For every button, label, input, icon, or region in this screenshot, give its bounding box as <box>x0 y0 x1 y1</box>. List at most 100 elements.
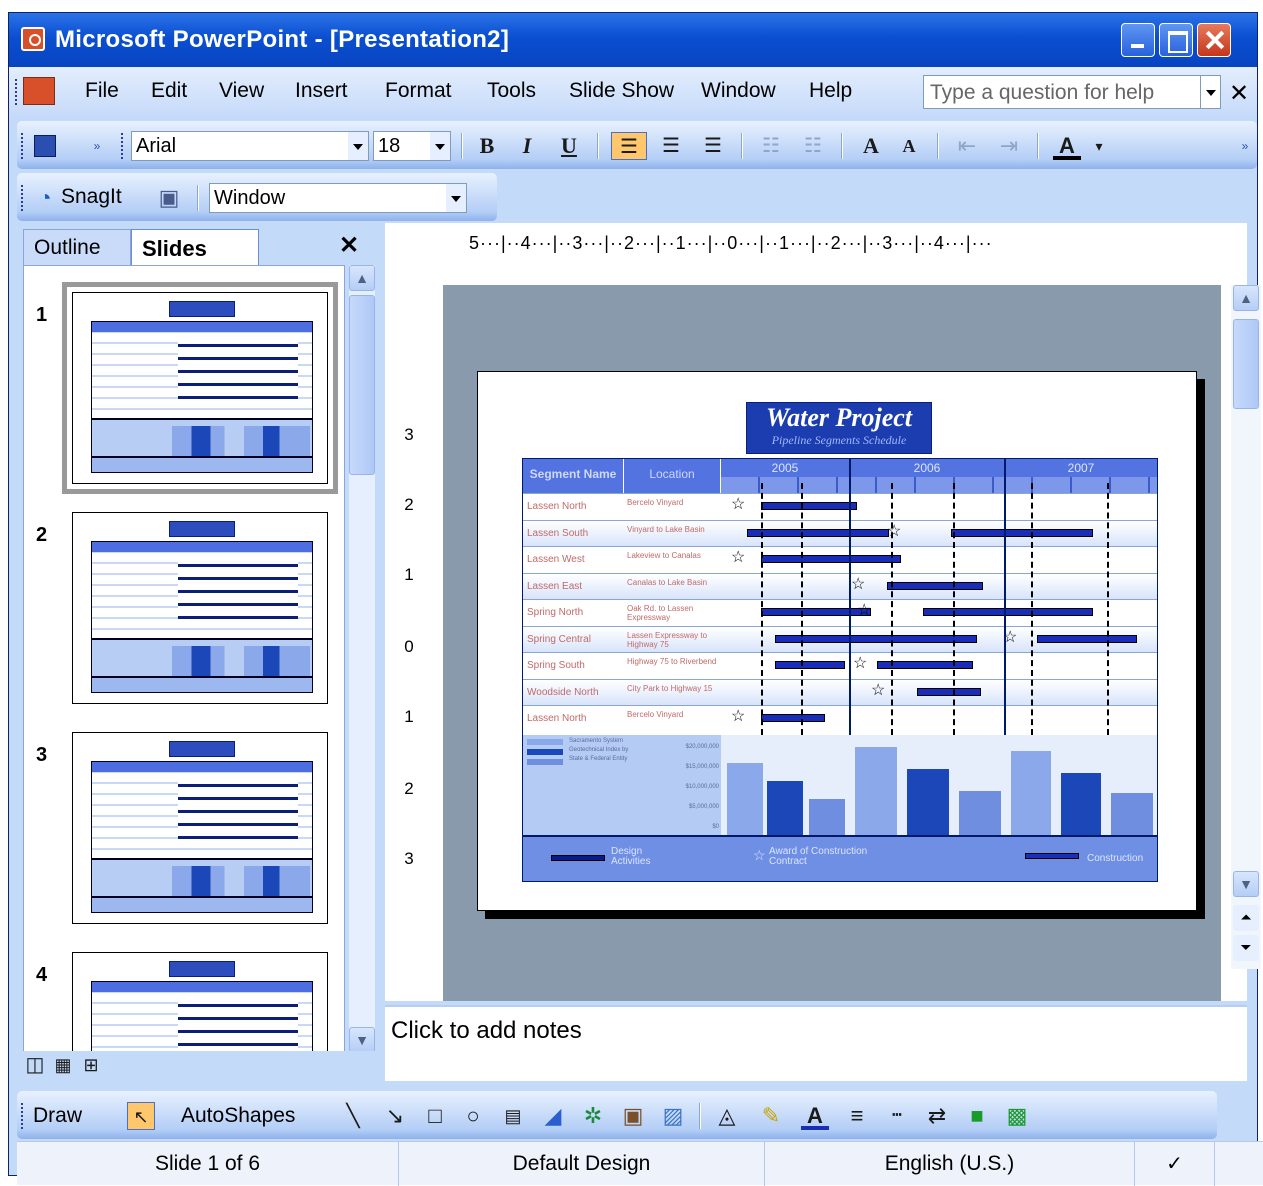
scroll-thumb[interactable] <box>1233 319 1259 409</box>
slide-thumbnail-2[interactable] <box>72 512 328 704</box>
3d-style-icon[interactable]: ▩ <box>1003 1102 1031 1130</box>
font-color-icon[interactable]: A <box>801 1102 829 1130</box>
clip-art-icon[interactable]: ▣ <box>619 1102 647 1130</box>
align-left-button[interactable]: ☰ <box>611 132 647 160</box>
slide-show-view-icon[interactable]: ⊞ <box>77 1051 105 1079</box>
segment-location: Lakeview to Canalas <box>627 551 701 560</box>
wordart-icon[interactable]: ◢ <box>539 1102 567 1130</box>
chevron-down-icon[interactable] <box>446 184 466 212</box>
scroll-up-icon[interactable]: ▲ <box>349 265 375 291</box>
current-slide[interactable]: Water Project Pipeline Segments Schedule… <box>477 371 1197 911</box>
snagit-settings-icon[interactable]: ▣ <box>155 184 183 212</box>
increase-indent-button[interactable]: ⇥ <box>995 132 1023 160</box>
autoshapes-menu[interactable]: AutoShapes <box>181 1104 295 1128</box>
menu-help[interactable]: Help <box>805 79 856 103</box>
arrow-style-icon[interactable]: ⇄ <box>923 1102 951 1130</box>
star-icon: ☆ <box>887 522 902 540</box>
dash-style-icon[interactable]: ┅ <box>883 1102 911 1130</box>
menu-file[interactable]: File <box>81 79 123 103</box>
fill-color-icon[interactable]: ◬ <box>713 1102 741 1130</box>
select-objects-icon[interactable]: ↖ <box>127 1102 155 1130</box>
toolbar-grip[interactable] <box>121 133 125 159</box>
document-icon[interactable] <box>23 77 55 105</box>
numbering-button[interactable]: ☷ <box>757 132 785 160</box>
next-slide-icon[interactable]: ⏷ <box>1233 935 1259 961</box>
picture-icon[interactable]: ▨ <box>659 1102 687 1130</box>
slide-thumbnail-3[interactable] <box>72 732 328 924</box>
shadow-style-icon[interactable]: ■ <box>963 1102 991 1130</box>
thumbnails-scrollbar[interactable]: ▲ ▼ <box>349 265 375 1053</box>
menu-slide-show[interactable]: Slide Show <box>565 79 678 103</box>
italic-button[interactable]: I <box>513 132 541 160</box>
line-color-icon[interactable]: ✎ <box>757 1102 785 1130</box>
oval-icon[interactable]: ○ <box>459 1102 487 1130</box>
bold-button[interactable]: B <box>473 132 501 160</box>
chart-bar <box>1061 773 1101 835</box>
scroll-down-icon[interactable]: ▼ <box>349 1027 375 1053</box>
construction-legend-bar <box>1025 853 1079 859</box>
slide-title-box[interactable]: Water Project Pipeline Segments Schedule <box>746 402 932 454</box>
align-center-button[interactable]: ☰ <box>657 132 685 160</box>
minimize-button[interactable] <box>1121 23 1155 57</box>
snagit-capture-icon[interactable]: ◔ <box>31 184 59 212</box>
draw-menu[interactable]: Draw <box>33 1104 82 1128</box>
chevron-down-icon[interactable] <box>430 132 450 160</box>
scroll-down-icon[interactable]: ▼ <box>1233 871 1259 897</box>
notes-pane[interactable]: Click to add notes <box>385 1005 1247 1081</box>
toolbar-options-icon[interactable]: » <box>91 132 103 160</box>
help-dropdown-button[interactable] <box>1201 75 1221 109</box>
capture-mode-select[interactable]: Window <box>209 183 467 213</box>
align-right-button[interactable]: ☰ <box>699 132 727 160</box>
scroll-up-icon[interactable]: ▲ <box>1233 285 1259 311</box>
line-icon[interactable]: ╲ <box>339 1102 367 1130</box>
tab-slides[interactable]: Slides <box>131 229 259 265</box>
close-window-button[interactable] <box>1197 23 1231 57</box>
menu-view[interactable]: View <box>215 79 268 103</box>
snagit-button[interactable]: SnagIt <box>61 185 122 209</box>
menu-tools[interactable]: Tools <box>483 79 540 103</box>
toolbar-options-icon[interactable]: » <box>1239 132 1251 160</box>
font-color-dropdown-icon[interactable]: ▾ <box>1085 132 1113 160</box>
menu-format[interactable]: Format <box>381 79 456 103</box>
font-color-button[interactable]: A <box>1053 132 1081 160</box>
font-size-select[interactable]: 18 <box>373 131 451 161</box>
increase-font-size-button[interactable]: A <box>857 132 885 160</box>
schedule-row: Spring Central Lassen Expressway to Highw… <box>523 625 1157 652</box>
arrow-icon[interactable]: ↘ <box>381 1102 409 1130</box>
maximize-button[interactable] <box>1159 23 1193 57</box>
tab-outline[interactable]: Outline <box>23 229 131 265</box>
close-document-icon[interactable]: ✕ <box>1229 79 1249 108</box>
powerpoint-icon[interactable] <box>21 27 45 51</box>
menu-edit[interactable]: Edit <box>147 79 191 103</box>
chevron-down-icon[interactable] <box>348 132 368 160</box>
diagram-icon[interactable]: ✲ <box>579 1102 607 1130</box>
menu-insert[interactable]: Insert <box>291 79 352 103</box>
save-icon[interactable] <box>31 132 59 160</box>
slide-scrollbar[interactable]: ▲ ▼ ⏶ ⏷ <box>1231 285 1261 969</box>
line-style-icon[interactable]: ≡ <box>843 1102 871 1130</box>
decrease-indent-button[interactable]: ⇤ <box>953 132 981 160</box>
text-box-icon[interactable]: ▤ <box>499 1102 527 1130</box>
slide-sorter-view-icon[interactable]: ▦ <box>49 1051 77 1079</box>
schedule-table[interactable]: Segment Name Location 2005 2006 2007 Las… <box>522 458 1158 882</box>
toolbar-grip[interactable] <box>21 1103 25 1129</box>
toolbar-grip[interactable] <box>21 185 25 211</box>
toolbar-grip[interactable] <box>15 79 19 105</box>
gantt-bar <box>761 555 901 563</box>
normal-view-icon[interactable]: ◫ <box>21 1051 49 1079</box>
rectangle-icon[interactable]: □ <box>421 1102 449 1130</box>
font-name-select[interactable]: Arial <box>131 131 369 161</box>
toolbar-grip[interactable] <box>21 133 25 159</box>
close-pane-icon[interactable]: ✕ <box>339 231 359 260</box>
notes-placeholder[interactable]: Click to add notes <box>391 1017 582 1045</box>
underline-button[interactable]: U <box>555 132 583 160</box>
slide-thumbnail-4[interactable] <box>72 952 328 1052</box>
previous-slide-icon[interactable]: ⏶ <box>1233 905 1259 931</box>
spelling-check-icon[interactable]: ✓ <box>1135 1142 1215 1186</box>
scroll-thumb[interactable] <box>349 295 375 475</box>
slide-thumbnail-1[interactable] <box>62 282 338 494</box>
menu-window[interactable]: Window <box>697 79 780 103</box>
help-search-input[interactable]: Type a question for help <box>923 75 1201 109</box>
decrease-font-size-button[interactable]: A <box>895 132 923 160</box>
bullets-button[interactable]: ☷ <box>799 132 827 160</box>
